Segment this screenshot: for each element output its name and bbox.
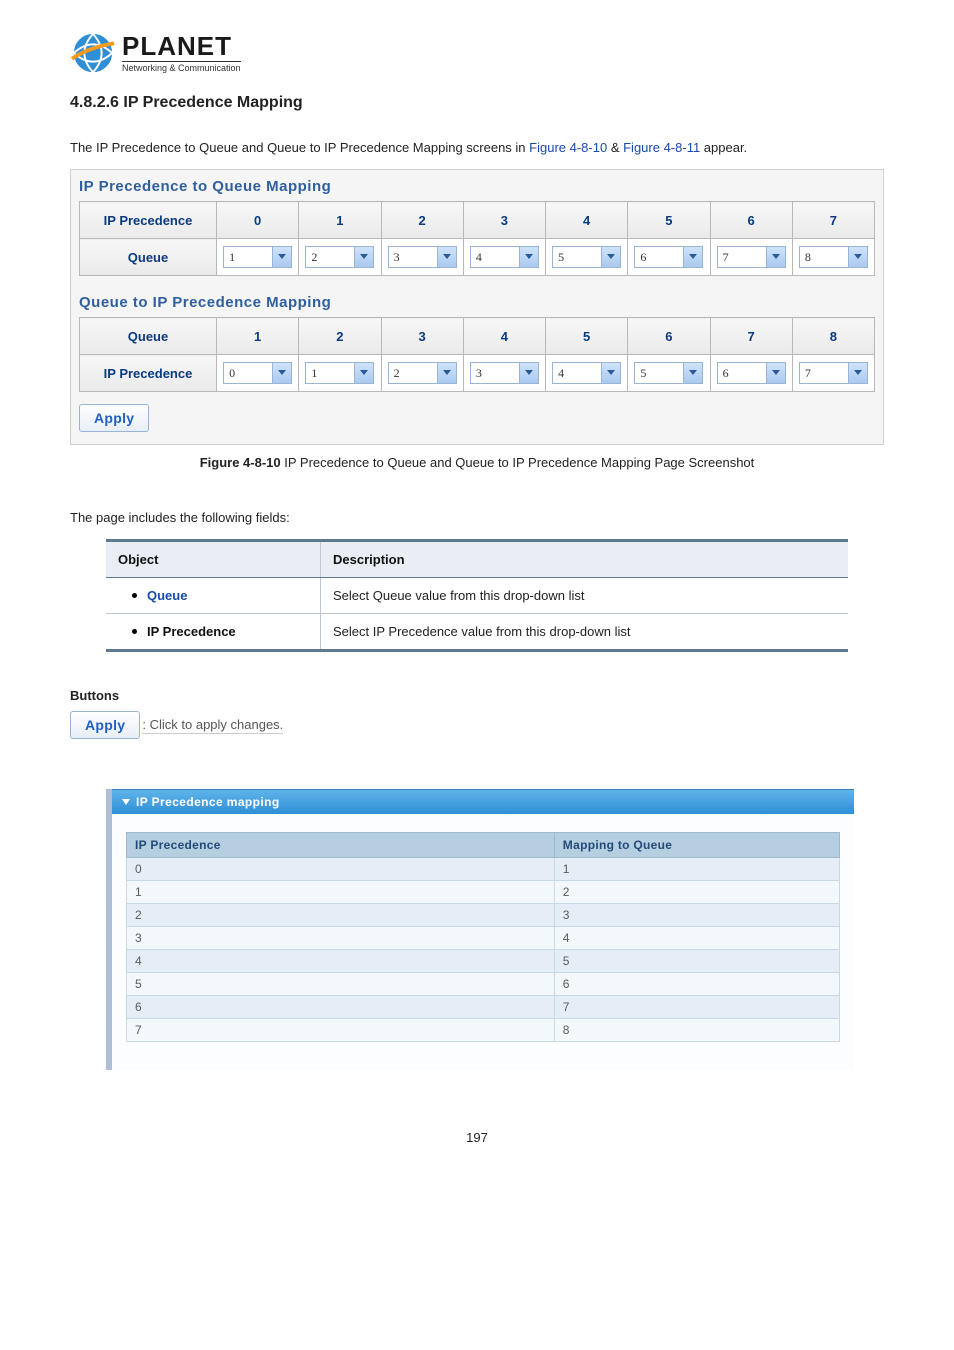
table-row: 01	[127, 858, 840, 881]
fields-obj-prec: IP Precedence	[106, 614, 321, 651]
chevron-down-icon	[601, 247, 620, 267]
prec-select-3[interactable]: 2	[388, 362, 457, 384]
prec-select-4[interactable]: 3	[470, 362, 539, 384]
mapping-config-panel: IP Precedence to Queue Mapping IP Preced…	[70, 169, 884, 445]
buttons-heading: Buttons	[70, 688, 884, 703]
apply-desc: : Click to apply changes.	[142, 717, 283, 734]
q2p-rowlabel: Queue	[80, 318, 217, 355]
chevron-down-icon	[437, 363, 456, 383]
p2q-queue-label: Queue	[80, 239, 217, 276]
q2p-h8: 8	[792, 318, 874, 355]
table-row: 12	[127, 881, 840, 904]
fields-col-object: Object	[106, 541, 321, 578]
p2q-h0: 0	[217, 202, 299, 239]
chevron-down-icon	[519, 363, 538, 383]
chevron-down-icon	[601, 363, 620, 383]
apply-button-small[interactable]: Apply	[70, 711, 140, 739]
p2q-h5: 5	[628, 202, 710, 239]
table-row: 78	[127, 1019, 840, 1042]
table-row: 23	[127, 904, 840, 927]
queue-select-1[interactable]: 2	[305, 246, 374, 268]
page-number: 197	[70, 1130, 884, 1145]
fields-desc-prec: Select IP Precedence value from this dro…	[321, 614, 849, 651]
chevron-down-icon	[519, 247, 538, 267]
status-panel-header[interactable]: IP Precedence mapping	[112, 789, 854, 814]
queue-select-4[interactable]: 5	[552, 246, 621, 268]
planet-globe-icon	[70, 30, 116, 76]
fields-desc-queue: Select Queue value from this drop-down l…	[321, 578, 849, 614]
chevron-down-icon	[848, 363, 867, 383]
prec-select-8[interactable]: 7	[799, 362, 868, 384]
q2p-table: Queue 1 2 3 4 5 6 7 8 IP Precedence 0 1 …	[79, 317, 875, 392]
p2q-h4: 4	[546, 202, 628, 239]
q2p-h7: 7	[710, 318, 792, 355]
q2p-h1: 1	[217, 318, 299, 355]
chevron-down-icon	[766, 247, 785, 267]
p2q-title: IP Precedence to Queue Mapping	[79, 178, 875, 195]
p2q-table: IP Precedence 0 1 2 3 4 5 6 7 Queue 1 2 …	[79, 201, 875, 276]
fields-intro: The page includes the following fields:	[70, 510, 884, 525]
p2q-h7: 7	[792, 202, 874, 239]
chevron-down-icon	[683, 363, 702, 383]
fields-table: Object Description Queue Select Queue va…	[106, 539, 848, 652]
table-row: 34	[127, 927, 840, 950]
q2p-h4: 4	[463, 318, 545, 355]
status-col-prec: IP Precedence	[127, 833, 555, 858]
table-row: 67	[127, 996, 840, 1019]
queue-select-3[interactable]: 4	[470, 246, 539, 268]
prec-select-7[interactable]: 6	[717, 362, 786, 384]
intro-paragraph: The IP Precedence to Queue and Queue to …	[70, 140, 884, 155]
q2p-title: Queue to IP Precedence Mapping	[79, 294, 875, 311]
table-row: 45	[127, 950, 840, 973]
queue-select-0[interactable]: 1	[223, 246, 292, 268]
chevron-down-icon	[272, 363, 291, 383]
prec-select-5[interactable]: 4	[552, 362, 621, 384]
figure-caption: Figure 4-8-10 IP Precedence to Queue and…	[70, 455, 884, 470]
brand-tagline: Networking & Communication	[122, 61, 241, 73]
apply-button[interactable]: Apply	[79, 404, 149, 432]
fields-col-desc: Description	[321, 541, 849, 578]
queue-select-2[interactable]: 3	[388, 246, 457, 268]
chevron-down-icon	[437, 247, 456, 267]
p2q-h1: 1	[299, 202, 381, 239]
prec-select-6[interactable]: 5	[634, 362, 703, 384]
chevron-down-icon	[272, 247, 291, 267]
queue-select-7[interactable]: 8	[799, 246, 868, 268]
q2p-h2: 2	[299, 318, 381, 355]
p2q-rowlabel: IP Precedence	[80, 202, 217, 239]
q2p-h5: 5	[546, 318, 628, 355]
fields-obj-queue: Queue	[106, 578, 321, 614]
p2q-h2: 2	[381, 202, 463, 239]
p2q-h6: 6	[710, 202, 792, 239]
brand-text: PLANET	[122, 33, 241, 59]
caret-down-icon	[122, 799, 130, 805]
q2p-h3: 3	[381, 318, 463, 355]
figure-link-2[interactable]: Figure 4-8-11	[623, 140, 700, 155]
status-table: IP Precedence Mapping to Queue 01 12 23 …	[126, 832, 840, 1042]
section-heading: 4.8.2.6 IP Precedence Mapping	[70, 94, 884, 112]
p2q-h3: 3	[463, 202, 545, 239]
prec-select-2[interactable]: 1	[305, 362, 374, 384]
q2p-prec-label: IP Precedence	[80, 355, 217, 392]
table-row: 56	[127, 973, 840, 996]
chevron-down-icon	[354, 363, 373, 383]
prec-select-1[interactable]: 0	[223, 362, 292, 384]
q2p-h6: 6	[628, 318, 710, 355]
figure-link-1[interactable]: Figure 4-8-10	[529, 140, 607, 155]
queue-select-5[interactable]: 6	[634, 246, 703, 268]
chevron-down-icon	[683, 247, 702, 267]
status-panel: IP Precedence mapping IP Precedence Mapp…	[106, 789, 854, 1070]
queue-select-6[interactable]: 7	[717, 246, 786, 268]
status-col-queue: Mapping to Queue	[554, 833, 839, 858]
chevron-down-icon	[766, 363, 785, 383]
chevron-down-icon	[848, 247, 867, 267]
brand-logo: PLANET Networking & Communication	[70, 30, 884, 76]
chevron-down-icon	[354, 247, 373, 267]
